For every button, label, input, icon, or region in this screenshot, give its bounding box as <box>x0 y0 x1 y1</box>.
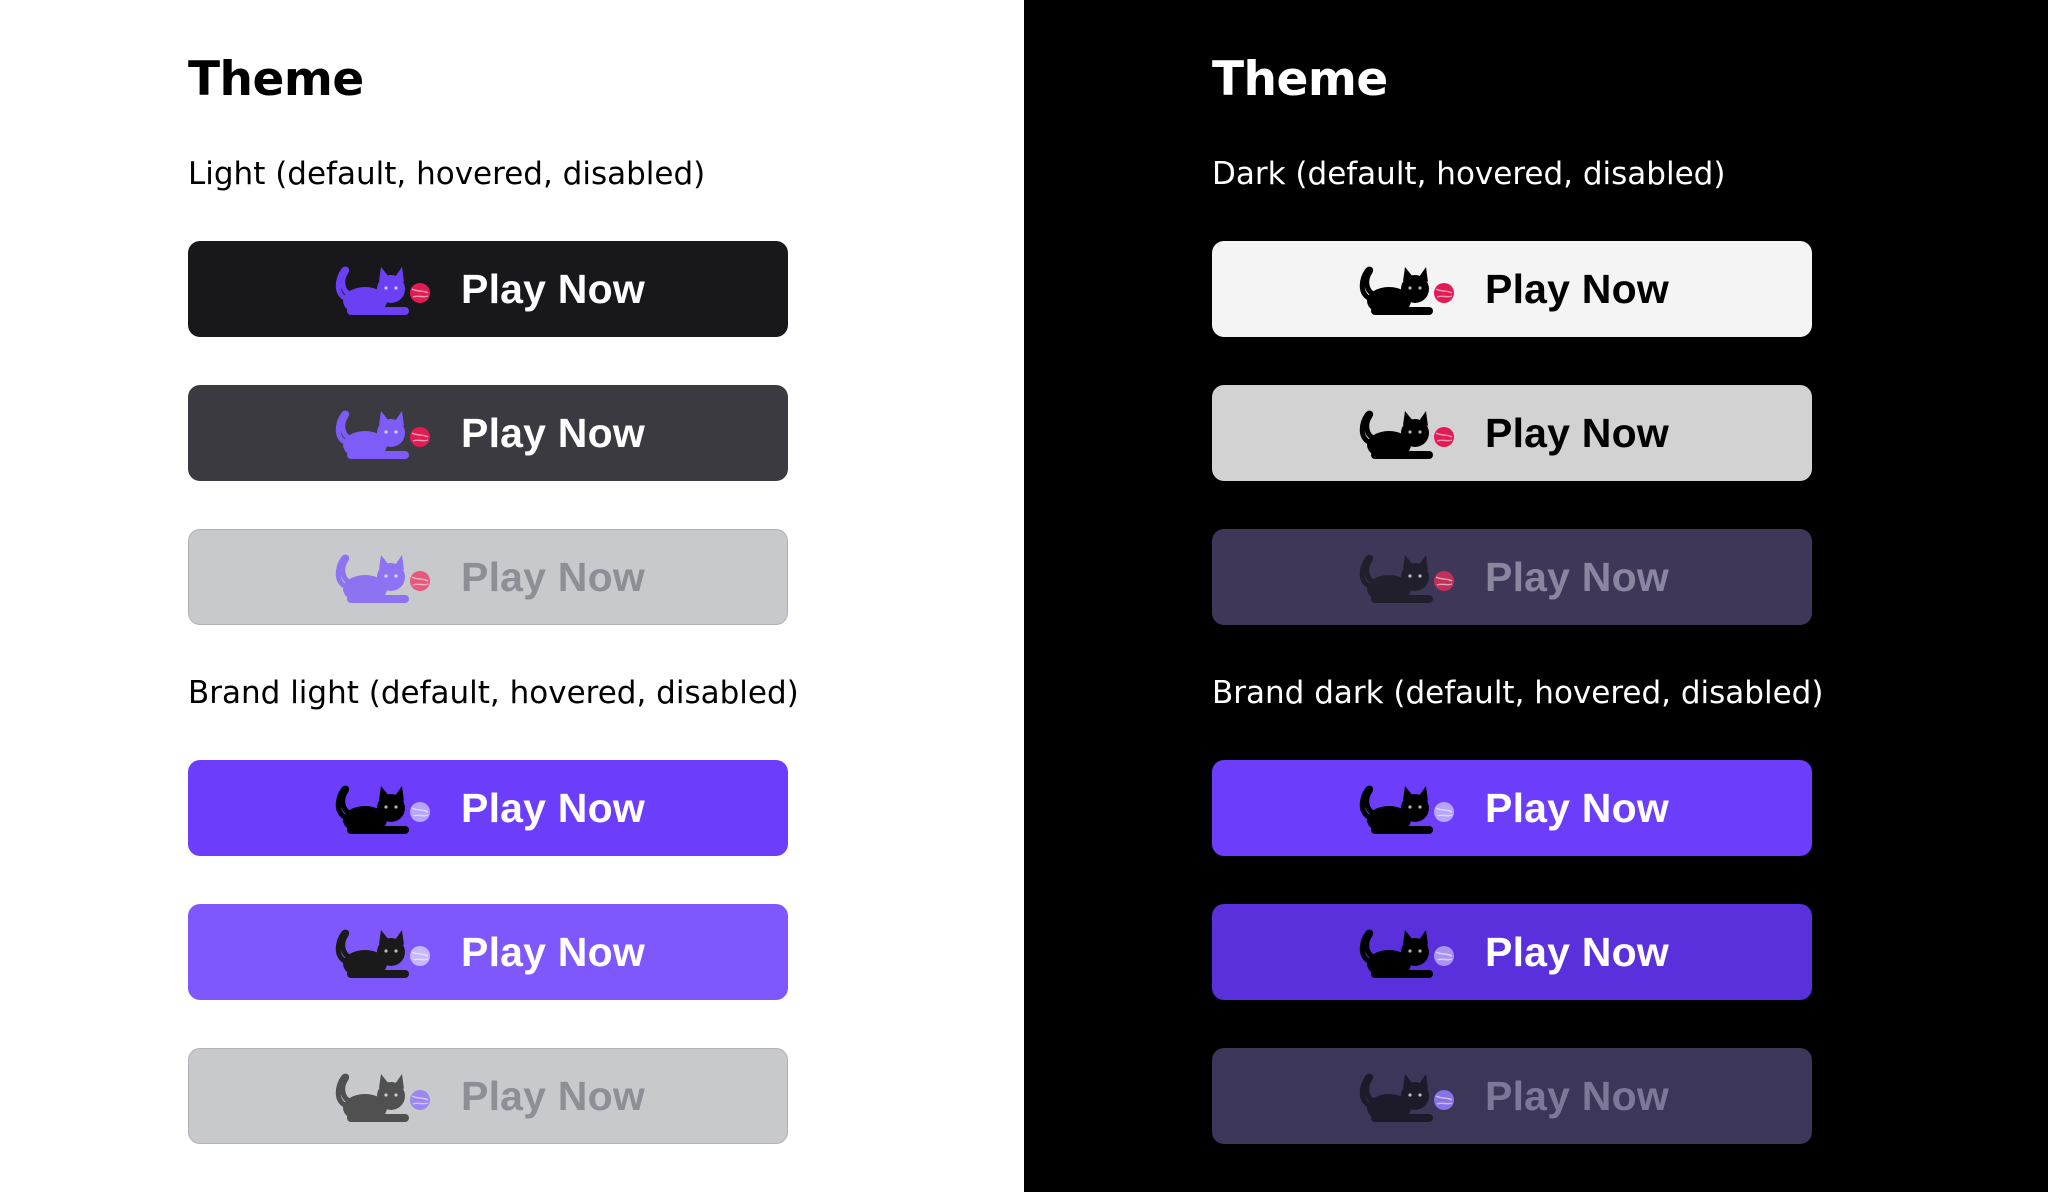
play-now-button-dark-disabled[interactable]: Play Now <box>1212 529 1812 625</box>
button-label: Play Now <box>1485 265 1669 312</box>
button-label: Play Now <box>1485 553 1669 600</box>
play-now-button-brand-dark-disabled[interactable]: Play Now <box>1212 1048 1812 1144</box>
play-now-button-light-hovered[interactable]: Play Now <box>188 385 788 481</box>
dark-theme-panel: Theme Dark (default, hovered, disabled) … <box>1024 0 2048 1192</box>
play-now-button-dark-default[interactable]: Play Now <box>1212 241 1812 337</box>
play-now-button-brand-light-default[interactable]: Play Now <box>188 760 788 856</box>
button-label: Play Now <box>461 553 645 600</box>
cat-logo-icon <box>1359 929 1455 978</box>
cat-logo-icon <box>1359 785 1455 834</box>
cat-logo-icon <box>1359 266 1455 315</box>
cat-logo-icon <box>1359 410 1455 459</box>
page-title: Theme <box>1212 52 1388 107</box>
cat-logo-icon <box>1359 1073 1455 1122</box>
light-theme-panel: Theme Light (default, hovered, disabled)… <box>0 0 1024 1192</box>
play-now-button-light-disabled[interactable]: Play Now <box>188 529 788 625</box>
group-label-brand-dark: Brand dark (default, hovered, disabled) <box>1212 675 1824 711</box>
button-label: Play Now <box>461 928 645 975</box>
page-title: Theme <box>188 52 364 107</box>
button-label: Play Now <box>461 409 645 456</box>
button-label: Play Now <box>1485 784 1669 831</box>
button-label: Play Now <box>1485 409 1669 456</box>
button-label: Play Now <box>461 265 645 312</box>
button-label: Play Now <box>461 1072 645 1119</box>
play-now-button-brand-light-hovered[interactable]: Play Now <box>188 904 788 1000</box>
button-label: Play Now <box>1485 928 1669 975</box>
cat-logo-icon <box>335 1073 431 1122</box>
group-label-brand-light: Brand light (default, hovered, disabled) <box>188 675 799 711</box>
cat-logo-icon <box>335 554 431 603</box>
button-label: Play Now <box>1485 1072 1669 1119</box>
cat-logo-icon <box>1359 554 1455 603</box>
play-now-button-brand-dark-default[interactable]: Play Now <box>1212 760 1812 856</box>
cat-logo-icon <box>335 785 431 834</box>
group-label-dark: Dark (default, hovered, disabled) <box>1212 156 1726 192</box>
button-label: Play Now <box>461 784 645 831</box>
group-label-light: Light (default, hovered, disabled) <box>188 156 706 192</box>
play-now-button-brand-light-disabled[interactable]: Play Now <box>188 1048 788 1144</box>
cat-logo-icon <box>335 929 431 978</box>
play-now-button-dark-hovered[interactable]: Play Now <box>1212 385 1812 481</box>
play-now-button-brand-dark-hovered[interactable]: Play Now <box>1212 904 1812 1000</box>
cat-logo-icon <box>335 266 431 315</box>
cat-logo-icon <box>335 410 431 459</box>
play-now-button-light-default[interactable]: Play Now <box>188 241 788 337</box>
